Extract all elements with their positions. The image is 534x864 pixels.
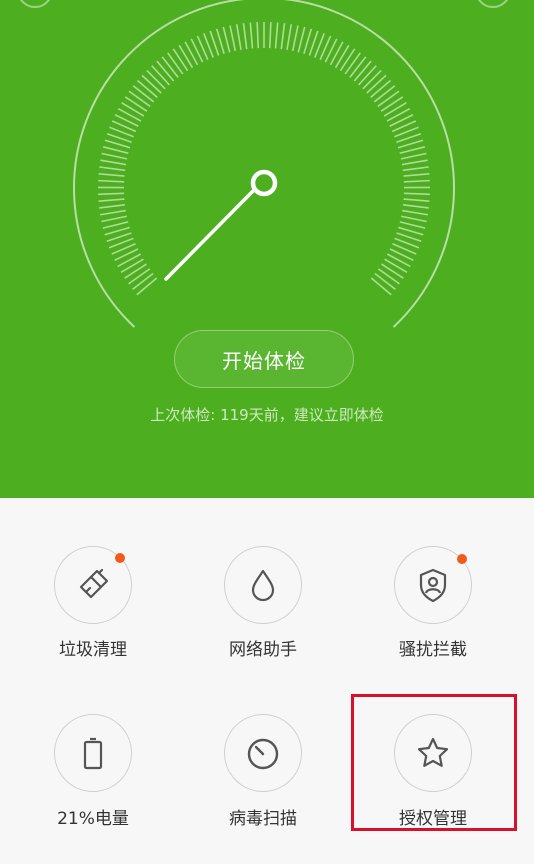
droplet-icon [224,546,302,624]
notification-badge [115,553,125,563]
tile-junk-cleanup[interactable]: 垃圾清理 [8,546,178,696]
tile-label: 垃圾清理 [8,635,178,660]
tile-label: 网络助手 [178,635,348,660]
gauge-outer-arc [74,0,454,327]
tile-label: 骚扰拦截 [348,635,518,660]
tile-battery[interactable]: 21%电量 [8,714,178,864]
tile-network-assistant[interactable]: 网络助手 [178,546,348,696]
star-icon [394,714,472,792]
tile-permission-management[interactable]: 授权管理 [348,714,518,864]
security-check-panel: 开始体检 上次体检: 119天前，建议立即体检 [0,0,534,498]
tile-label: 病毒扫描 [178,804,348,829]
tools-grid: 垃圾清理 网络助手 骚扰拦截 21%电量 [0,498,534,841]
gauge-needle-hub [253,172,275,194]
tile-harassment-block[interactable]: 骚扰拦截 [348,546,518,696]
tile-label: 21%电量 [8,804,178,829]
scan-dial-icon [224,714,302,792]
last-check-status: 上次体检: 119天前，建议立即体检 [0,404,534,425]
battery-icon [54,714,132,792]
gauge-ticks [98,22,430,295]
start-checkup-button[interactable]: 开始体检 [174,330,354,388]
tile-label: 授权管理 [348,804,518,829]
gauge-needle [166,191,253,279]
notification-badge [457,554,467,564]
tile-virus-scan[interactable]: 病毒扫描 [178,714,348,864]
